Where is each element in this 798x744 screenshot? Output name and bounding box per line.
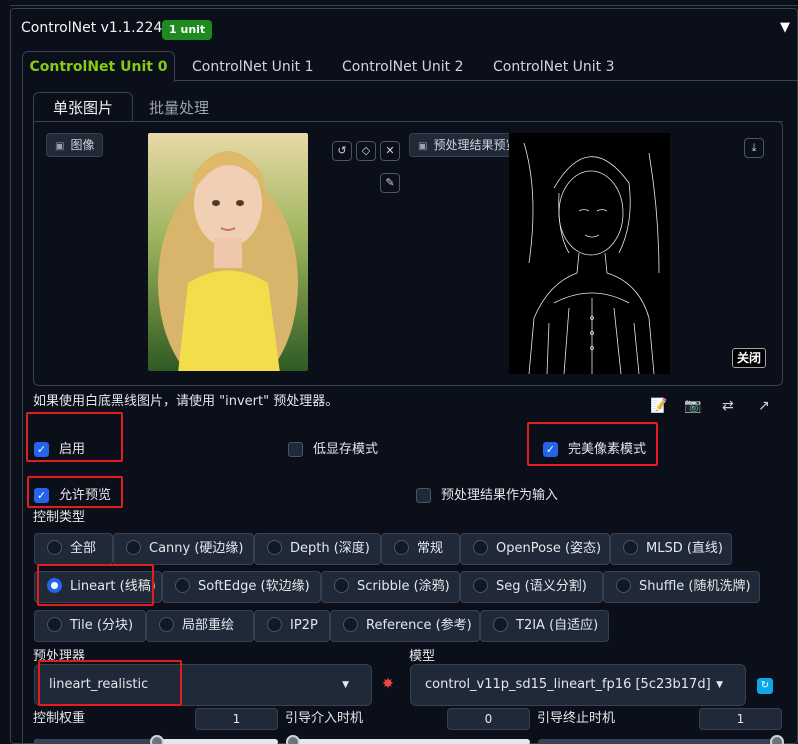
download-icon[interactable]: ⤓ xyxy=(744,138,764,158)
control-type-option[interactable]: Tile (分块) xyxy=(34,610,146,642)
image-area xyxy=(33,121,783,386)
control-type-option[interactable]: Scribble (涂鸦) xyxy=(321,571,460,603)
top-divider xyxy=(10,0,798,6)
weight-label: 控制权重 xyxy=(33,711,86,726)
refresh-icon[interactable]: ↻ xyxy=(757,678,773,694)
model-label: 模型 xyxy=(409,649,436,664)
brush-icon[interactable]: ✎ xyxy=(380,173,400,193)
end-input[interactable]: 1 xyxy=(699,708,782,730)
highlight-box xyxy=(26,412,123,462)
control-type-option[interactable]: SoftEdge (软边缘) xyxy=(162,571,321,603)
tab-unit-2[interactable]: ControlNet Unit 2 xyxy=(342,56,464,81)
start-input[interactable]: 0 xyxy=(447,708,530,730)
eraser-icon[interactable]: ◇ xyxy=(356,141,376,161)
control-type-option[interactable]: 常规 xyxy=(381,533,460,565)
close-icon[interactable]: ✕ xyxy=(380,141,400,161)
tab-unit-1[interactable]: ControlNet Unit 1 xyxy=(192,56,314,81)
image-icon: ▣ xyxy=(55,141,65,152)
preprocessed-preview xyxy=(509,133,670,374)
control-type-option[interactable]: OpenPose (姿态) xyxy=(460,533,610,565)
end-slider-handle[interactable] xyxy=(770,735,784,744)
tab-unit-0[interactable]: ControlNet Unit 0 xyxy=(22,51,175,82)
control-type-label: 控制类型 xyxy=(33,510,86,525)
lineart-image xyxy=(523,142,660,374)
end-slider[interactable] xyxy=(538,739,782,744)
tab-unit-3[interactable]: ControlNet Unit 3 xyxy=(493,56,615,81)
weight-slider-handle[interactable] xyxy=(150,735,164,744)
control-type-option[interactable]: Reference (参考) xyxy=(330,610,480,642)
triangle-down-icon[interactable]: ▼ xyxy=(780,20,790,35)
control-type-option[interactable]: Seg (语义分割) xyxy=(460,571,603,603)
invert-hint: 如果使用白底黑线图片，请使用 "invert" 预处理器。 xyxy=(33,394,339,409)
close-preview-button[interactable]: 关闭 xyxy=(732,348,767,368)
image-icon: ▣ xyxy=(418,141,428,152)
chevron-down-icon: ▼ xyxy=(342,680,349,690)
control-type-option[interactable]: IP2P xyxy=(254,610,330,642)
low-vram-checkbox[interactable]: 低显存模式 xyxy=(288,438,378,457)
highlight-box xyxy=(37,564,154,606)
control-type-option[interactable]: 全部 xyxy=(34,533,113,565)
highlight-box xyxy=(527,422,658,466)
preprocessed-input-checkbox[interactable]: 预处理结果作为输入 xyxy=(416,484,558,503)
control-type-option[interactable]: Shuffle (随机洗牌) xyxy=(603,571,760,603)
unit-count-badge: 1 unit xyxy=(162,20,213,40)
end-label: 引导终止时机 xyxy=(537,711,616,726)
undo-icon[interactable]: ↺ xyxy=(332,141,352,161)
tab-batch[interactable]: 批量处理 xyxy=(149,97,209,118)
camera-icon[interactable]: 📷 xyxy=(684,398,701,414)
start-slider[interactable] xyxy=(286,739,530,744)
highlight-box xyxy=(38,660,182,706)
input-image[interactable] xyxy=(148,133,308,371)
chevron-down-icon: ▼ xyxy=(716,680,723,690)
panel-title: ControlNet v1.1.224 xyxy=(21,20,163,36)
send-dimensions-icon[interactable]: ↗ xyxy=(758,398,770,414)
swap-icon[interactable]: ⇄ xyxy=(722,398,734,414)
weight-input[interactable]: 1 xyxy=(195,708,278,730)
model-select[interactable]: control_v11p_sd15_lineart_fp16 [5c23b17d… xyxy=(410,664,746,706)
edit-icon[interactable]: 📝 xyxy=(650,398,667,414)
tab-single-image[interactable]: 单张图片 xyxy=(33,92,133,122)
control-type-option[interactable]: Canny (硬边缘) xyxy=(113,533,254,565)
start-slider-handle[interactable] xyxy=(286,735,300,744)
highlight-box xyxy=(27,476,123,508)
control-type-option[interactable]: Depth (深度) xyxy=(254,533,381,565)
control-type-option[interactable]: T2IA (自适应) xyxy=(480,610,609,642)
control-type-option[interactable]: MLSD (直线) xyxy=(610,533,732,565)
run-preprocessor-icon[interactable]: ✸ xyxy=(382,676,394,692)
control-type-option[interactable]: 局部重绘 xyxy=(146,610,254,642)
portrait-photo xyxy=(148,133,308,371)
start-label: 引导介入时机 xyxy=(285,711,364,726)
input-image-label: ▣ 图像 xyxy=(46,133,104,157)
